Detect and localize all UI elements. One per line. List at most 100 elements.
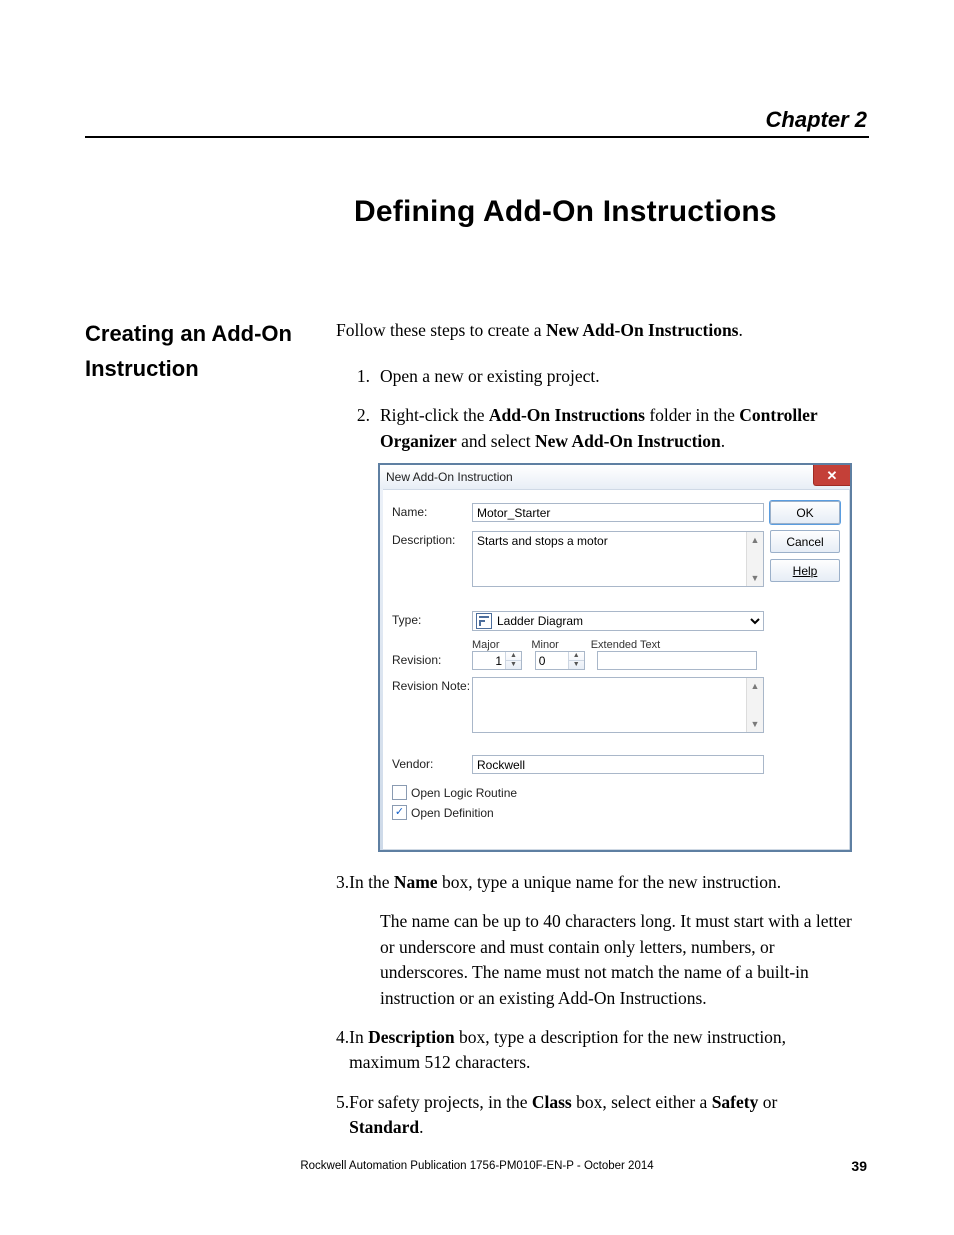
footer-publication: Rockwell Automation Publication 1756-PM0…: [0, 1160, 954, 1172]
row-description: Description: Starts and stops a motor ▲ …: [392, 531, 764, 587]
type-field-wrap: Ladder Diagram: [472, 611, 764, 631]
extended-text-input[interactable]: [597, 651, 757, 670]
revnote-label: Revision Note:: [392, 679, 470, 693]
text-bold: New Add-On Instruction: [535, 431, 721, 451]
help-button[interactable]: Help: [770, 559, 840, 582]
major-input[interactable]: [473, 652, 505, 669]
open-logic-checkbox[interactable]: Open Logic Routine: [392, 785, 764, 800]
list-number: 5.: [336, 1092, 349, 1112]
minor-label: Minor: [531, 639, 587, 651]
revision-label: Revision:: [392, 653, 441, 667]
text: For safety projects, in the: [349, 1092, 532, 1112]
list-number: 3.: [336, 872, 349, 892]
spin-up-icon[interactable]: ▲: [506, 652, 521, 660]
text: folder in the: [645, 405, 739, 425]
paragraph: The name can be up to 40 characters long…: [380, 909, 860, 1011]
dialog-titlebar[interactable]: New Add-On Instruction ✕: [380, 465, 850, 490]
vendor-field-wrap: [472, 755, 764, 774]
spin-down-icon[interactable]: ▼: [506, 660, 521, 669]
text: or: [758, 1092, 777, 1112]
row-open-logic: Open Logic Routine: [392, 785, 764, 800]
description-field-wrap: Starts and stops a motor ▲ ▼: [472, 531, 764, 587]
page-number: 39: [851, 1158, 867, 1174]
vendor-input[interactable]: [472, 755, 764, 774]
text-bold: Safety: [712, 1092, 759, 1112]
checkbox-label: Open Logic Routine: [411, 786, 517, 800]
new-addon-dialog: New Add-On Instruction ✕ Name: Descripti…: [378, 463, 852, 852]
checkbox-box: [392, 785, 407, 800]
revnote-scrollbar[interactable]: ▲ ▼: [746, 678, 763, 732]
revision-headers: Major Minor Extended Text: [472, 637, 764, 651]
header-rule: [85, 136, 869, 138]
major-label: Major: [472, 639, 528, 651]
list-item: 3. In the Name box, type a unique name f…: [336, 870, 876, 895]
open-definition-checkbox[interactable]: ✓ Open Definition: [392, 805, 764, 820]
spinner-buttons[interactable]: ▲▼: [568, 652, 584, 669]
page-title: Defining Add-On Instructions: [354, 195, 777, 229]
scroll-up-icon[interactable]: ▲: [747, 678, 763, 694]
list-body: Open a new or existing project.: [380, 364, 860, 389]
text-bold: Standard: [349, 1117, 419, 1137]
name-field-wrap: [472, 503, 764, 522]
text-bold: Description: [368, 1027, 455, 1047]
text: box, select either a: [572, 1092, 712, 1112]
spinner-buttons[interactable]: ▲▼: [505, 652, 521, 669]
row-open-definition: ✓ Open Definition: [392, 805, 764, 820]
vendor-label: Vendor:: [392, 757, 433, 771]
description-scrollbar[interactable]: ▲ ▼: [746, 532, 763, 586]
spin-down-icon[interactable]: ▼: [569, 660, 584, 669]
name-input[interactable]: [472, 503, 764, 522]
list-item: 2. Right-click the Add-On Instructions f…: [336, 403, 876, 454]
revnote-textarea[interactable]: [472, 677, 764, 733]
text: In the: [349, 872, 394, 892]
text: .: [721, 431, 725, 451]
spin-up-icon[interactable]: ▲: [569, 652, 584, 660]
scroll-down-icon[interactable]: ▼: [747, 716, 763, 732]
steps-continued: 3. In the Name box, type a unique name f…: [336, 870, 876, 1140]
ladder-diagram-icon: [476, 613, 492, 629]
minor-spinner[interactable]: ▲▼: [535, 651, 585, 670]
dialog-left-accent: [380, 489, 383, 850]
list-item: 1. Open a new or existing project.: [336, 364, 876, 389]
text-bold: Class: [532, 1092, 572, 1112]
text: and select: [457, 431, 535, 451]
list-body: For safety projects, in the Class box, s…: [349, 1090, 829, 1141]
list-item: 5. For safety projects, in the Class box…: [336, 1090, 876, 1141]
list-item: 4. In Description box, type a descriptio…: [336, 1025, 876, 1076]
dialog-button-column: OK Cancel Help: [770, 501, 840, 588]
extended-text-label: Extended Text: [591, 639, 661, 651]
section-heading: Creating an Add-On Instruction: [85, 316, 315, 386]
scroll-up-icon[interactable]: ▲: [747, 532, 763, 548]
checkbox-label: Open Definition: [411, 806, 494, 820]
major-spinner[interactable]: ▲▼: [472, 651, 522, 670]
description-textarea[interactable]: Starts and stops a motor: [472, 531, 764, 587]
close-button[interactable]: ✕: [813, 465, 850, 486]
minor-input[interactable]: [536, 652, 568, 669]
list-body: In Description box, type a description f…: [349, 1025, 829, 1076]
chapter-label: Chapter 2: [766, 107, 867, 133]
close-icon: ✕: [827, 469, 838, 482]
text-bold: Name: [394, 872, 438, 892]
description-label: Description:: [392, 533, 455, 547]
list-number: 1.: [336, 364, 370, 389]
cancel-button[interactable]: Cancel: [770, 530, 840, 553]
type-label: Type:: [392, 613, 421, 627]
list-body: In the Name box, type a unique name for …: [349, 870, 829, 895]
dialog-form: Name: Description: Starts and stops a mo…: [392, 499, 764, 842]
text-bold: Add-On Instructions: [489, 405, 645, 425]
name-label: Name:: [392, 505, 427, 519]
revision-field-wrap: ▲▼ ▲▼: [472, 651, 764, 670]
type-select[interactable]: Ladder Diagram: [472, 611, 764, 631]
scroll-down-icon[interactable]: ▼: [747, 570, 763, 586]
list-number: 2.: [336, 403, 370, 428]
row-revnote: Revision Note: ▲ ▼: [392, 677, 764, 733]
ok-button[interactable]: OK: [770, 501, 840, 524]
text: .: [419, 1117, 423, 1137]
text: In: [349, 1027, 368, 1047]
text: Right-click the: [380, 405, 489, 425]
steps-list: 1. Open a new or existing project. 2. Rig…: [336, 350, 876, 454]
intro-paragraph: Follow these steps to create a New Add-O…: [336, 320, 743, 341]
list-body: Right-click the Add-On Instructions fold…: [380, 403, 860, 454]
list-number: 4.: [336, 1027, 349, 1047]
text-bold: New Add-On Instructions: [546, 320, 739, 340]
